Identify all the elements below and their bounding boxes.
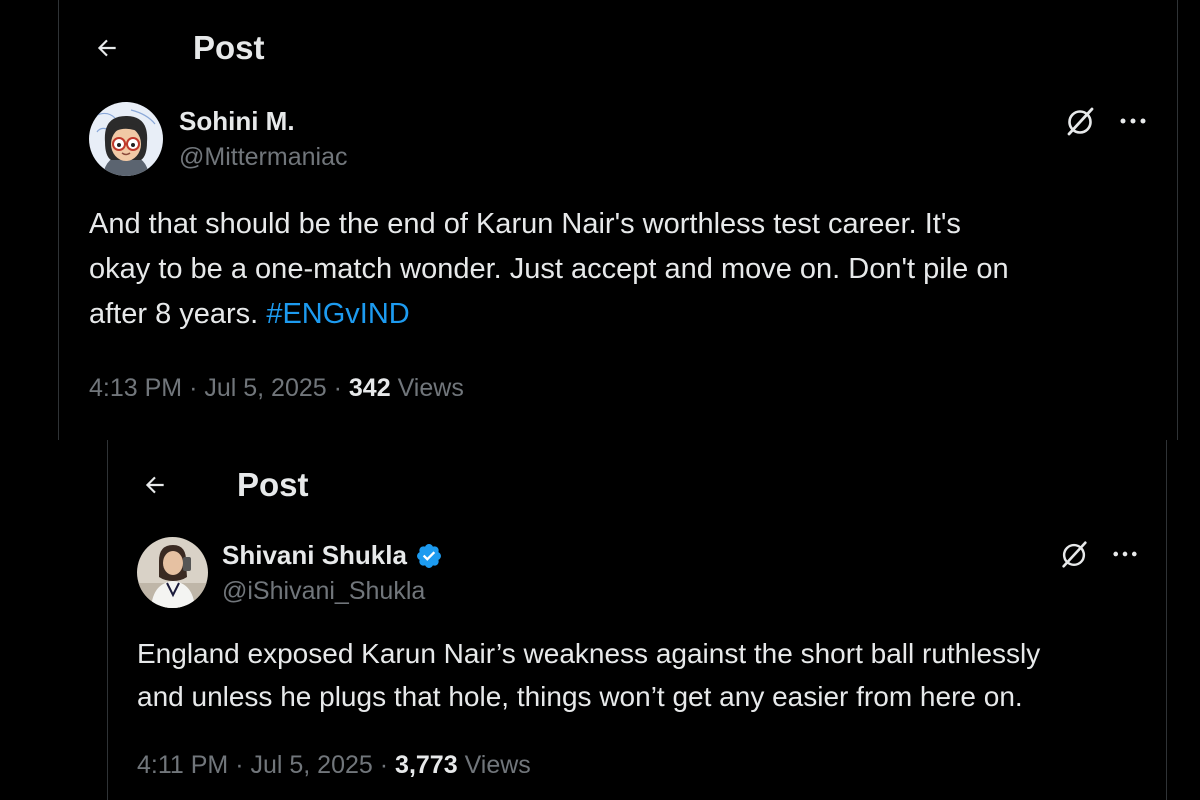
views-label: Views [464, 751, 531, 779]
post-actions [1063, 104, 1147, 138]
back-button[interactable] [135, 465, 175, 505]
avatar[interactable] [137, 537, 208, 608]
hashtag-link[interactable]: #ENGvIND [266, 298, 409, 330]
post-text-line: And that should be the end of Karun Nair… [89, 208, 961, 240]
grok-icon [1067, 107, 1094, 136]
page-title: Post [237, 466, 309, 503]
author-display-name[interactable]: Shivani Shukla [222, 540, 407, 571]
post-meta: 4:13 PM · Jul 5, 2025 · 342 Views [89, 374, 464, 403]
grok-icon [1062, 541, 1087, 568]
post-text-segment: after 8 years. [89, 298, 267, 330]
more-options-icon [1113, 551, 1137, 557]
post-text: And that should be the end of Karun Nair… [89, 202, 1169, 337]
more-options-button[interactable] [1112, 549, 1138, 559]
post-text-line: okay to be a one-match wonder. Just acce… [89, 253, 1009, 285]
back-button[interactable] [87, 28, 127, 68]
meta-separator: · [379, 751, 389, 779]
avatar-photo [137, 537, 208, 608]
post-text-line: after 8 years. #ENGvIND [89, 292, 1169, 337]
views-count[interactable]: 3,773 [395, 751, 458, 779]
back-arrow-icon [97, 39, 116, 57]
back-arrow-icon [145, 476, 164, 494]
grok-button[interactable] [1063, 104, 1097, 138]
post-text-line: England exposed Karun Nair’s weakness ag… [137, 638, 1041, 669]
author-info: Shivani Shukla @iShivani_Shukla [222, 540, 443, 606]
post-meta: 4:11 PM · Jul 5, 2025 · 3,773 Views [137, 751, 531, 780]
author-handle[interactable]: @Mittermaniac [179, 143, 347, 172]
post-text-line: and unless he plugs that hole, things wo… [137, 681, 1023, 712]
meta-separator: · [333, 374, 342, 402]
avatar[interactable] [89, 102, 163, 176]
post-panel-2: Post Shivani Shukla @iShivani_Shukla Eng… [107, 440, 1167, 800]
author-display-name[interactable]: Sohini M. [179, 106, 295, 137]
post-time[interactable]: 4:11 PM [137, 751, 228, 779]
meta-separator: · [235, 751, 244, 779]
post-text: England exposed Karun Nair’s weakness ag… [137, 632, 1157, 718]
avatar-illustration [89, 102, 163, 176]
page-title: Post [193, 29, 265, 66]
post-date[interactable]: Jul 5, 2025 [204, 374, 326, 402]
meta-separator: · [189, 374, 198, 402]
views-count[interactable]: 342 [349, 374, 391, 402]
post-actions [1058, 538, 1138, 570]
post-panel-1: Post Sohini M. @Mittermaniac And that sh… [58, 0, 1178, 440]
post-date[interactable]: Jul 5, 2025 [250, 751, 372, 779]
grok-button[interactable] [1058, 538, 1090, 570]
more-options-button[interactable] [1119, 116, 1147, 126]
post-header: Post [135, 465, 309, 505]
post-time[interactable]: 4:13 PM [89, 374, 182, 402]
views-label: Views [397, 374, 464, 402]
verified-badge-icon [416, 543, 441, 568]
author-info: Sohini M. @Mittermaniac [179, 106, 347, 172]
more-options-icon [1120, 118, 1146, 124]
author-handle[interactable]: @iShivani_Shukla [222, 577, 443, 606]
post-header: Post [87, 28, 265, 68]
